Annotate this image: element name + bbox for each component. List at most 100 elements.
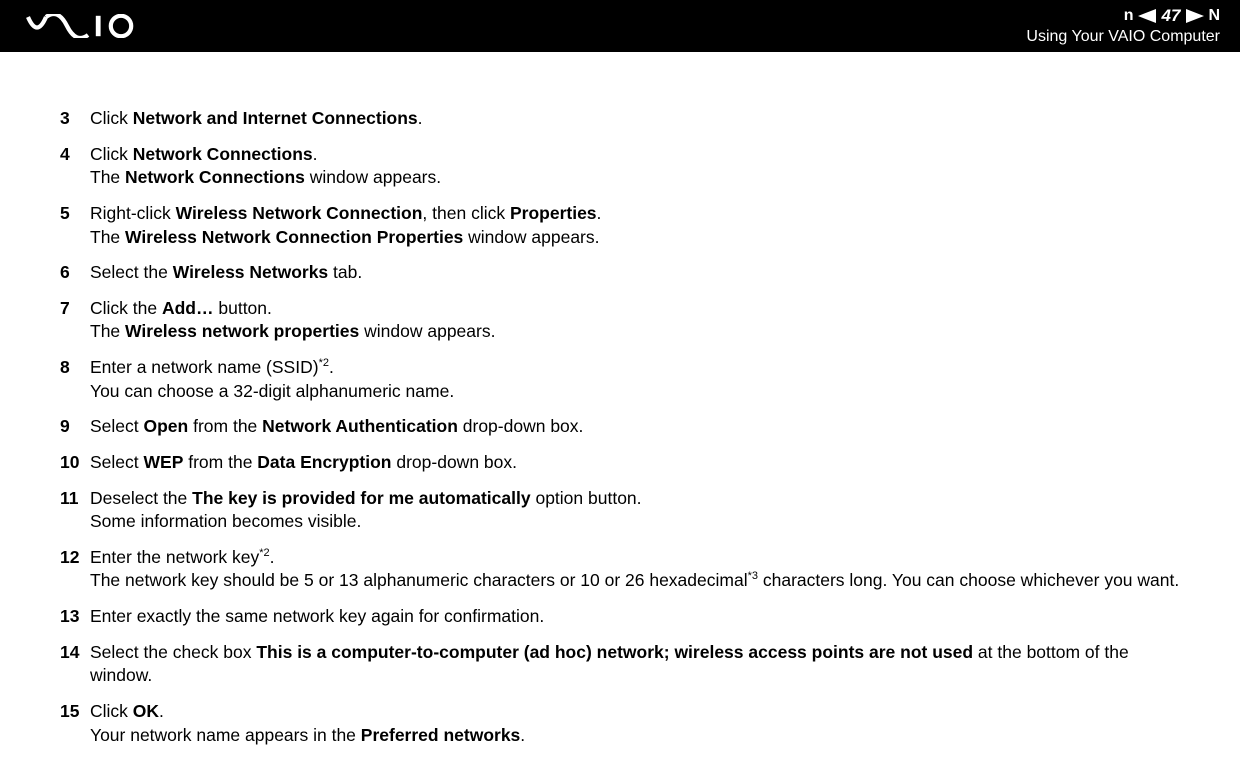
step-11: 11 Deselect the The key is provided for …	[60, 487, 1180, 534]
step-6: 6 Select the Wireless Networks tab.	[60, 261, 1180, 285]
text: tab.	[328, 262, 362, 282]
bold-text: Wireless Network Connection Properties	[125, 227, 463, 247]
step-12: 12 Enter the network key*2. The network …	[60, 546, 1180, 593]
step-text: Click Network and Internet Connections.	[90, 107, 1180, 131]
text: window appears.	[359, 321, 495, 341]
step-number: 6	[60, 261, 90, 285]
bold-text: Data Encryption	[257, 452, 391, 472]
text: Right-click	[90, 203, 176, 223]
text: window appears.	[305, 167, 441, 187]
step-text: Click OK. Your network name appears in t…	[90, 700, 1180, 747]
text: Select the check box	[90, 642, 256, 662]
text: .	[159, 701, 164, 721]
text: Some information becomes visible.	[90, 510, 1180, 534]
bold-text: Network and Internet Connections	[133, 108, 418, 128]
bold-text: OK	[133, 701, 159, 721]
text: option button.	[531, 488, 642, 508]
bold-text: WEP	[144, 452, 184, 472]
step-5: 5 Right-click Wireless Network Connectio…	[60, 202, 1180, 249]
bold-text: Preferred networks	[361, 725, 521, 745]
step-15: 15 Click OK. Your network name appears i…	[60, 700, 1180, 747]
bold-text: Add…	[162, 298, 214, 318]
text: The	[90, 167, 125, 187]
text: drop-down box.	[458, 416, 584, 436]
text: Select	[90, 416, 144, 436]
step-text: Select WEP from the Data Encryption drop…	[90, 451, 1180, 475]
step-14: 14 Select the check box This is a comput…	[60, 641, 1180, 688]
step-3: 3 Click Network and Internet Connections…	[60, 107, 1180, 131]
text: Enter exactly the same network key again…	[90, 606, 544, 626]
text: The network key should be 5 or 13 alphan…	[90, 570, 748, 590]
text: The	[90, 227, 125, 247]
bold-text: Wireless Networks	[173, 262, 328, 282]
text: from the	[188, 416, 262, 436]
text: .	[597, 203, 602, 223]
footnote-ref: *2	[319, 357, 329, 369]
document-body: 3 Click Network and Internet Connections…	[0, 52, 1240, 747]
text: Select	[90, 452, 144, 472]
step-text: Click Network Connections. The Network C…	[90, 143, 1180, 190]
step-number: 9	[60, 415, 90, 439]
step-number: 7	[60, 297, 90, 344]
step-text: Enter a network name (SSID)*2. You can c…	[90, 356, 1180, 403]
text: You can choose a 32-digit alphanumeric n…	[90, 380, 1180, 404]
bold-text: Network Connections	[125, 167, 305, 187]
step-text: Enter the network key*2. The network key…	[90, 546, 1180, 593]
nav-prev-icon[interactable]	[1138, 9, 1156, 23]
text: , then click	[422, 203, 510, 223]
bold-text: This is a computer-to-computer (ad hoc) …	[256, 642, 973, 662]
page-nav: n 47 N	[1026, 6, 1220, 26]
nav-next-icon[interactable]	[1186, 9, 1204, 23]
text: .	[418, 108, 423, 128]
footnote-ref: *2	[259, 547, 269, 559]
text: drop-down box.	[392, 452, 518, 472]
step-text: Click the Add… button. The Wireless netw…	[90, 297, 1180, 344]
text: Deselect the	[90, 488, 192, 508]
step-number: 5	[60, 202, 90, 249]
text: Select the	[90, 262, 173, 282]
step-number: 14	[60, 641, 90, 688]
step-number: 11	[60, 487, 90, 534]
step-7: 7 Click the Add… button. The Wireless ne…	[60, 297, 1180, 344]
text: .	[329, 357, 334, 377]
step-4: 4 Click Network Connections. The Network…	[60, 143, 1180, 190]
text: Enter the network key	[90, 547, 259, 567]
step-number: 13	[60, 605, 90, 629]
text: .	[270, 547, 275, 567]
text: window appears.	[463, 227, 599, 247]
step-text: Enter exactly the same network key again…	[90, 605, 1180, 629]
step-10: 10 Select WEP from the Data Encryption d…	[60, 451, 1180, 475]
bold-text: Wireless network properties	[125, 321, 359, 341]
header-right: n 47 N Using Your VAIO Computer	[1026, 6, 1228, 46]
bold-text: Network Authentication	[262, 416, 458, 436]
text: Your network name appears in the	[90, 725, 361, 745]
vaio-logo	[20, 14, 150, 38]
bold-text: Open	[144, 416, 189, 436]
bold-text: The key is provided for me automatically	[192, 488, 530, 508]
step-text: Right-click Wireless Network Connection,…	[90, 202, 1180, 249]
step-text: Deselect the The key is provided for me …	[90, 487, 1180, 534]
section-title: Using Your VAIO Computer	[1026, 28, 1220, 46]
step-number: 3	[60, 107, 90, 131]
text: Click	[90, 108, 133, 128]
text: button.	[214, 298, 272, 318]
page-header: n 47 N Using Your VAIO Computer	[0, 0, 1240, 52]
text: characters long. You can choose whicheve…	[758, 570, 1179, 590]
text: Click	[90, 144, 133, 164]
nav-n-right: N	[1208, 7, 1220, 25]
footnote-ref: *3	[748, 571, 758, 583]
text: Enter a network name (SSID)	[90, 357, 319, 377]
step-text: Select Open from the Network Authenticat…	[90, 415, 1180, 439]
step-9: 9 Select Open from the Network Authentic…	[60, 415, 1180, 439]
step-number: 8	[60, 356, 90, 403]
step-text: Select the Wireless Networks tab.	[90, 261, 1180, 285]
text: .	[313, 144, 318, 164]
step-number: 12	[60, 546, 90, 593]
step-text: Select the check box This is a computer-…	[90, 641, 1180, 688]
bold-text: Network Connections	[133, 144, 313, 164]
text: Click	[90, 701, 133, 721]
bold-text: Properties	[510, 203, 597, 223]
bold-text: Wireless Network Connection	[176, 203, 423, 223]
step-number: 4	[60, 143, 90, 190]
text: from the	[183, 452, 257, 472]
